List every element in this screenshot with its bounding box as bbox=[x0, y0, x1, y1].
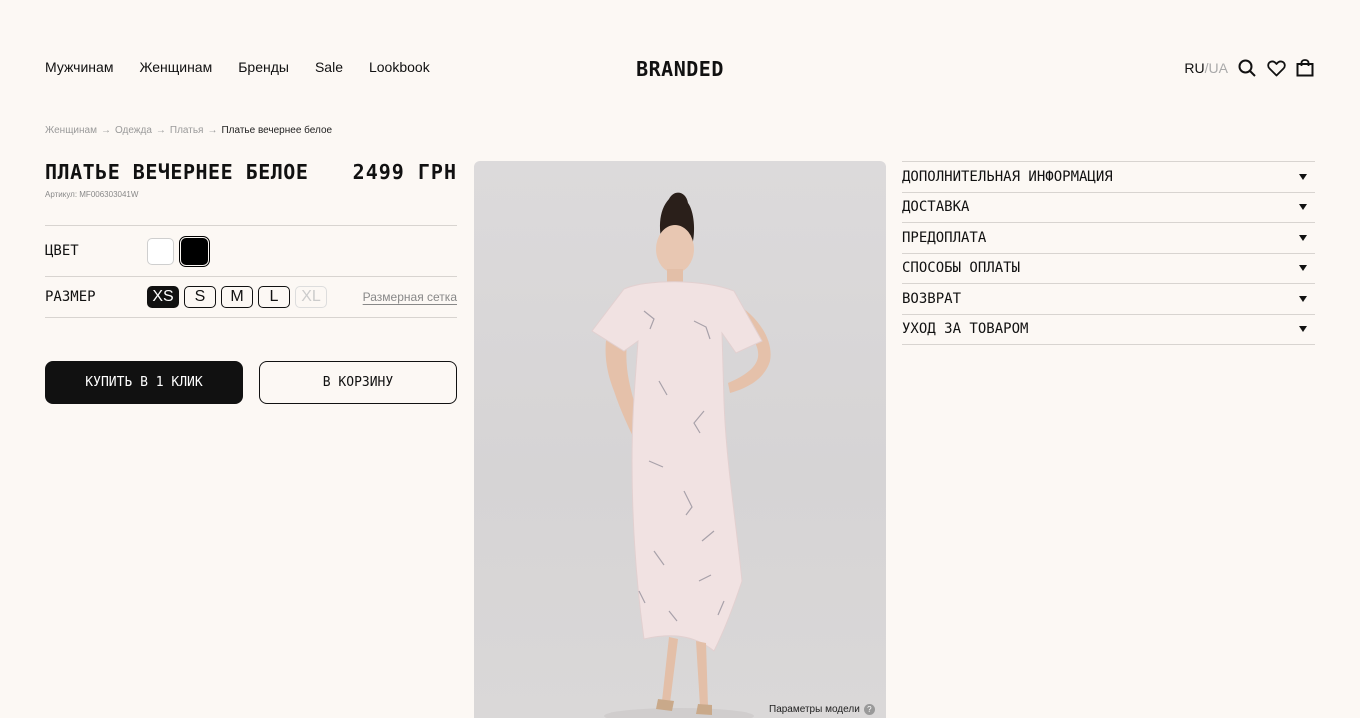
breadcrumb-arrow: → bbox=[207, 125, 218, 136]
size-row: РАЗМЕР XS S M L XL Размерная сетка bbox=[45, 277, 457, 317]
color-swatch-black[interactable] bbox=[179, 235, 210, 267]
accordion-prepayment[interactable]: ПРЕДОПЛАТА bbox=[902, 223, 1315, 254]
product-price: 2499 ГРН bbox=[352, 160, 457, 184]
info-accordion: ДОПОЛНИТЕЛЬНАЯ ИНФОРМАЦИЯ ДОСТАВКА ПРЕДО… bbox=[902, 161, 1315, 345]
size-l[interactable]: L bbox=[258, 286, 290, 308]
product-title: ПЛАТЬЕ ВЕЧЕРНЕЕ БЕЛОЕ bbox=[45, 160, 309, 184]
color-swatches bbox=[147, 235, 210, 267]
heart-icon[interactable] bbox=[1266, 58, 1286, 78]
size-xl: XL bbox=[295, 286, 327, 308]
size-s[interactable]: S bbox=[184, 286, 216, 308]
size-chart-link[interactable]: Размерная сетка bbox=[363, 290, 457, 304]
header-actions: RU / UA bbox=[1184, 58, 1315, 78]
accordion-label: ДОСТАВКА bbox=[902, 199, 970, 216]
action-buttons: КУПИТЬ В 1 КЛИК В КОРЗИНУ bbox=[45, 361, 457, 404]
model-params-label: Параметры модели bbox=[769, 704, 860, 715]
color-swatch-white[interactable] bbox=[147, 237, 174, 265]
caret-down-icon bbox=[1299, 295, 1307, 302]
accordion-label: ПРЕДОПЛАТА bbox=[902, 229, 987, 246]
accordion-returns[interactable]: ВОЗВРАТ bbox=[902, 284, 1315, 315]
logo-container: BRANDED bbox=[0, 57, 1360, 81]
title-row: ПЛАТЬЕ ВЕЧЕРНЕЕ БЕЛОЕ 2499 ГРН bbox=[45, 160, 457, 184]
breadcrumb: Женщинам → Одежда → Платья → Платье вече… bbox=[45, 125, 332, 136]
breadcrumb-current: Платье вечернее белое bbox=[221, 125, 333, 136]
model-illustration bbox=[591, 192, 771, 718]
color-label: ЦВЕТ bbox=[45, 243, 79, 259]
product-sku: Артикул: MF006303041W bbox=[45, 190, 139, 199]
accordion-delivery[interactable]: ДОСТАВКА bbox=[902, 193, 1315, 223]
size-label: РАЗМЕР bbox=[45, 289, 96, 305]
model-params-link[interactable]: Параметры модели ? bbox=[769, 704, 875, 715]
caret-down-icon bbox=[1299, 326, 1307, 333]
caret-down-icon bbox=[1299, 265, 1307, 272]
accordion-care[interactable]: УХОД ЗА ТОВАРОМ bbox=[902, 315, 1315, 345]
breadcrumb-clothing[interactable]: Одежда bbox=[115, 125, 152, 136]
lang-ru[interactable]: RU bbox=[1184, 60, 1204, 76]
lang-ua[interactable]: UA bbox=[1209, 60, 1228, 76]
caret-down-icon bbox=[1299, 234, 1307, 241]
breadcrumb-arrow: → bbox=[155, 125, 166, 136]
add-to-cart-button[interactable]: В КОРЗИНУ bbox=[259, 361, 457, 404]
accordion-label: УХОД ЗА ТОВАРОМ bbox=[902, 321, 1029, 338]
accordion-label: ДОПОЛНИТЕЛЬНАЯ ИНФОРМАЦИЯ bbox=[902, 168, 1113, 185]
brand-logo[interactable]: BRANDED bbox=[636, 57, 724, 81]
size-options: XS S M L XL bbox=[147, 286, 363, 308]
accordion-label: СПОСОБЫ ОПЛАТЫ bbox=[902, 260, 1021, 277]
caret-down-icon bbox=[1299, 173, 1307, 180]
breadcrumb-dresses[interactable]: Платья bbox=[170, 125, 204, 136]
product-photo[interactable]: Параметры модели ? bbox=[474, 161, 886, 718]
site-header: Мужчинам Женщинам Бренды Sale Lookbook B… bbox=[0, 0, 1360, 130]
size-xs[interactable]: XS bbox=[147, 286, 179, 308]
accordion-payment-methods[interactable]: СПОСОБЫ ОПЛАТЫ bbox=[902, 254, 1315, 284]
accordion-label: ВОЗВРАТ bbox=[902, 290, 962, 307]
caret-down-icon bbox=[1299, 204, 1307, 211]
language-switcher: RU / UA bbox=[1184, 60, 1228, 76]
breadcrumb-arrow: → bbox=[100, 125, 111, 136]
accordion-additional-info[interactable]: ДОПОЛНИТЕЛЬНАЯ ИНФОРМАЦИЯ bbox=[902, 162, 1315, 193]
buy-one-click-button[interactable]: КУПИТЬ В 1 КЛИК bbox=[45, 361, 243, 404]
divider bbox=[45, 317, 457, 318]
breadcrumb-women[interactable]: Женщинам bbox=[45, 125, 97, 136]
bag-icon[interactable] bbox=[1295, 58, 1315, 78]
question-icon: ? bbox=[863, 704, 875, 715]
size-m[interactable]: M bbox=[221, 286, 253, 308]
search-icon[interactable] bbox=[1237, 58, 1257, 78]
product-info: ПЛАТЬЕ ВЕЧЕРНЕЕ БЕЛОЕ 2499 ГРН Артикул: … bbox=[45, 160, 457, 404]
color-row: ЦВЕТ bbox=[45, 226, 457, 276]
